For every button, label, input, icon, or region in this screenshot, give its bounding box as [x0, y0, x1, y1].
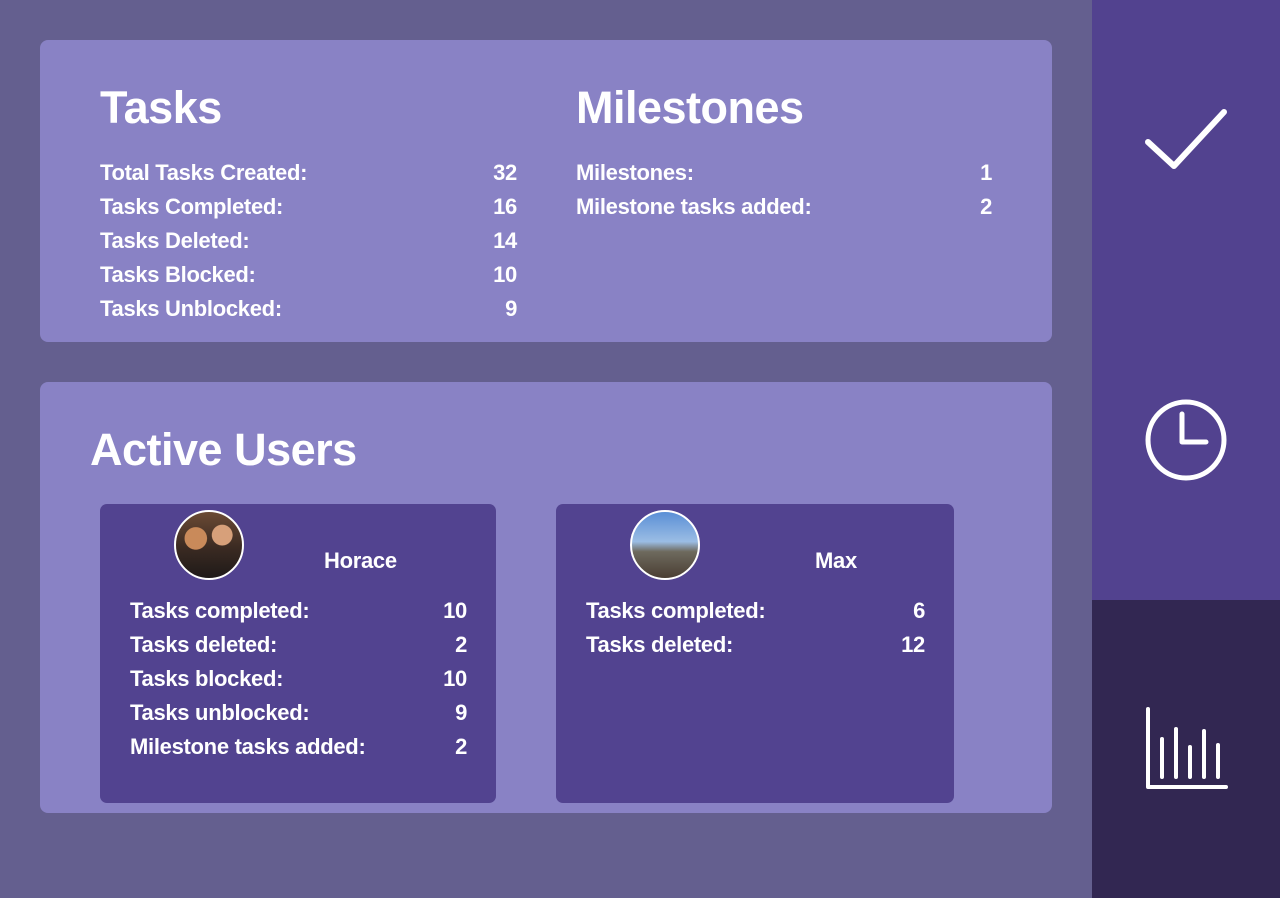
milestones-stats-list: Milestones: 1 Milestone tasks added: 2	[576, 156, 992, 224]
sidebar-item-stats[interactable]	[1092, 600, 1280, 898]
stat-label: Tasks deleted:	[586, 632, 734, 657]
stat-row-tasks-completed: Tasks Completed: 16	[100, 190, 517, 224]
user-card-horace: Horace Tasks completed: 10 Tasks deleted…	[100, 504, 496, 803]
stat-label: Tasks Blocked:	[100, 262, 256, 287]
stat-value: 32	[493, 160, 517, 185]
stat-row-total-tasks-created: Total Tasks Created: 32	[100, 156, 517, 190]
user-card-max: Max Tasks completed: 6 Tasks deleted: 12	[556, 504, 954, 803]
stat-row-tasks-deleted: Tasks deleted: 12	[586, 628, 925, 662]
stat-row-tasks-blocked: Tasks Blocked: 10	[100, 258, 517, 292]
stat-value: 9	[505, 296, 517, 321]
bar-chart-icon	[1146, 707, 1228, 789]
stat-value: 2	[455, 734, 467, 759]
stat-value: 2	[455, 632, 467, 657]
user-stats-list: Tasks completed: 6 Tasks deleted: 12	[586, 594, 925, 662]
stat-label: Milestone tasks added:	[576, 194, 812, 219]
stat-value: 16	[493, 194, 517, 219]
tasks-section: Tasks Total Tasks Created: 32 Tasks Comp…	[100, 82, 517, 326]
stat-label: Tasks Unblocked:	[100, 296, 282, 321]
stat-value: 2	[980, 194, 992, 219]
user-name: Max	[815, 548, 857, 573]
stat-value: 1	[980, 160, 992, 185]
avatar	[630, 510, 700, 580]
stat-value: 6	[913, 598, 925, 623]
stat-row-milestones: Milestones: 1	[576, 156, 992, 190]
tasks-stats-list: Total Tasks Created: 32 Tasks Completed:…	[100, 156, 517, 326]
active-users-title: Active Users	[90, 424, 357, 475]
stat-row-milestone-tasks-added: Milestone tasks added: 2	[130, 730, 467, 764]
sidebar-item-tasks[interactable]	[1092, 0, 1280, 280]
stat-value: 12	[901, 632, 925, 657]
user-name: Horace	[324, 548, 397, 573]
stat-value: 10	[493, 262, 517, 287]
stat-label: Tasks unblocked:	[130, 700, 310, 725]
active-users-card: Active Users Horace Tasks completed: 10 …	[40, 382, 1052, 813]
stat-label: Tasks Completed:	[100, 194, 284, 219]
stat-value: 10	[443, 598, 467, 623]
stat-row-tasks-unblocked: Tasks unblocked: 9	[130, 696, 467, 730]
stats-summary-card: Tasks Total Tasks Created: 32 Tasks Comp…	[40, 40, 1052, 342]
checkmark-icon	[1145, 108, 1227, 169]
stat-label: Tasks blocked:	[130, 666, 284, 691]
avatar	[174, 510, 244, 580]
stat-row-tasks-completed: Tasks completed: 6	[586, 594, 925, 628]
stat-row-tasks-unblocked: Tasks Unblocked: 9	[100, 292, 517, 326]
stat-label: Tasks completed:	[586, 598, 766, 623]
stat-row-tasks-deleted: Tasks deleted: 2	[130, 628, 467, 662]
user-stats-list: Tasks completed: 10 Tasks deleted: 2 Tas…	[130, 594, 467, 764]
stat-value: 14	[493, 228, 517, 253]
sidebar-nav	[1092, 0, 1280, 898]
stats-main-area: Tasks Total Tasks Created: 32 Tasks Comp…	[0, 0, 1092, 898]
stat-label: Total Tasks Created:	[100, 160, 308, 185]
stat-label: Milestone tasks added:	[130, 734, 366, 759]
milestones-section: Milestones Milestones: 1 Milestone tasks…	[576, 82, 992, 224]
sidebar-item-history[interactable]	[1092, 280, 1280, 600]
milestones-title: Milestones	[576, 82, 804, 133]
stat-label: Tasks completed:	[130, 598, 310, 623]
stat-value: 10	[443, 666, 467, 691]
stat-row-tasks-deleted: Tasks Deleted: 14	[100, 224, 517, 258]
tasks-title: Tasks	[100, 82, 222, 133]
stat-value: 9	[455, 700, 467, 725]
stat-row-milestone-tasks-added: Milestone tasks added: 2	[576, 190, 992, 224]
stat-label: Milestones:	[576, 160, 694, 185]
stat-label: Tasks Deleted:	[100, 228, 250, 253]
stat-row-tasks-completed: Tasks completed: 10	[130, 594, 467, 628]
clock-icon	[1145, 399, 1227, 481]
stat-label: Tasks deleted:	[130, 632, 278, 657]
stat-row-tasks-blocked: Tasks blocked: 10	[130, 662, 467, 696]
